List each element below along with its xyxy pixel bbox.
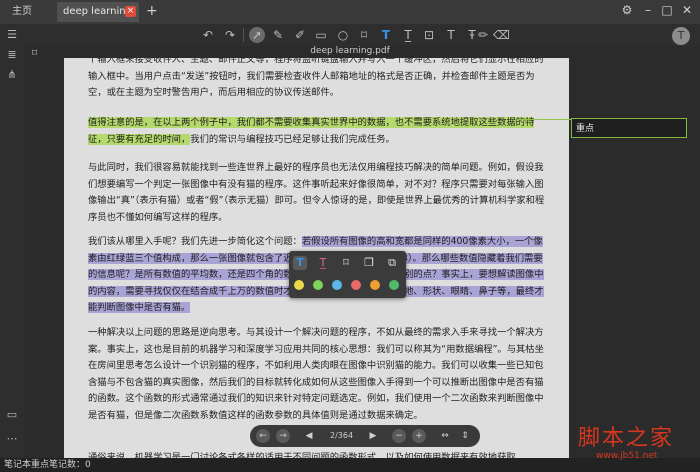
watermark: 脚本之家 www.jb51.net [566,420,698,464]
copy-alt-icon[interactable]: ⧉ [385,256,399,270]
annotation-toolbar: ↶ ↷ ➚ ✎ ✐ ▭ ○ ⌑ T T̲ ⊡ T Ŧ ✏ ⌫ [0,24,700,46]
notebook-icon[interactable]: ▭ [4,408,20,422]
fit-width-icon[interactable]: ⇔ [438,429,452,443]
outline-icon[interactable]: ☰ [4,28,20,42]
highlight-popup: T T̲ ⌑ ❐ ⧉ [289,251,406,298]
paragraph: 通俗来说，机器学习是一门讨论各式各样的适用于不同问题的函数形式，以及如何使用数据… [88,452,516,458]
paragraph-text: 我们该从哪里入手呢？我们先进一步简化这个问题： [88,236,302,247]
undo-icon[interactable]: ↶ [200,27,216,43]
page-navigation: ← → ◀ 2/364 ▶ − + ⇔ ⇕ [250,425,480,447]
page-number[interactable]: 2/364 [330,428,353,444]
watermark-url: www.jb51.net [596,451,658,461]
fit-page-icon[interactable]: ⇕ [458,429,472,443]
note-connector [519,119,571,120]
color-yellow[interactable] [294,280,304,290]
zoom-in-icon[interactable]: + [412,429,426,443]
paragraph: 值得注意的是，在以上两个例子中，我们都不需要收集真实世界中的数据，也不需要系统地… [88,115,548,148]
layers-icon[interactable]: ⋔ [4,68,20,82]
paragraph-text: 我们的常识与编程技巧已经足够让我们完成任务。 [190,133,395,145]
pencil-icon[interactable]: ✏ [475,27,491,43]
copy-icon[interactable]: ❐ [362,256,376,270]
underline-icon[interactable]: T̲ [400,27,416,43]
paragraph: 与此同时，我们很容易就能找到一些连世界上最好的程序员也无法仅用编程技巧解决的简单… [88,162,545,223]
tab-document[interactable]: deep learning × [57,2,139,22]
paragraph: 个输入框来接受收件人、主题、邮件正文等，程序将监听键盘输入并写入一个缓冲区，然后… [88,58,544,98]
minimize-icon[interactable]: – [641,3,655,17]
list-icon[interactable]: ≣ [4,48,20,62]
highlight-text-icon[interactable]: T [293,256,307,270]
eraser-icon[interactable]: ⌫ [493,27,510,43]
maximize-icon[interactable]: □ [660,3,674,17]
left-rail: ☰ ≣ ⋔ ▭ ⋯ [0,24,24,458]
textbox-icon[interactable]: ⊡ [421,27,437,43]
watermark-title: 脚本之家 [578,426,675,451]
circle-icon[interactable]: ○ [335,27,351,43]
marker-icon[interactable]: ✐ [292,27,308,43]
text-highlight-icon[interactable]: T [378,27,394,43]
add-tab-icon[interactable]: + [146,3,158,19]
color-red[interactable] [351,280,361,290]
tab-home[interactable]: 主页 [12,2,52,22]
underline-text-icon[interactable]: T̲ [316,256,330,270]
pen-icon[interactable]: ✎ [270,27,286,43]
insert-text-icon[interactable]: T [443,27,459,43]
color-orange[interactable] [370,280,380,290]
bookmark-icon[interactable]: ⌑ [339,256,353,270]
note-box[interactable]: 重点 [571,118,687,138]
redo-icon[interactable]: ↷ [222,27,238,43]
bookmark-icon[interactable]: ⌑ [32,48,37,59]
bookmark-icon[interactable]: ⌑ [356,27,372,43]
back-icon[interactable]: ← [256,429,270,443]
prev-page-icon[interactable]: ◀ [302,429,316,443]
tab-document-label: deep learning [63,6,132,17]
close-icon[interactable]: × [125,6,136,17]
color-blue[interactable] [332,280,342,290]
rectangle-icon[interactable]: ▭ [313,27,329,43]
zoom-out-icon[interactable]: − [392,429,406,443]
color-dark-green[interactable] [389,280,399,290]
settings-icon[interactable]: ⚙ [620,3,634,17]
paragraph: 一种解决以上问题的思路是逆向思考。与其设计一个解决问题的程序，不如从最终的需求入… [88,327,544,421]
window-close-icon[interactable]: ✕ [680,3,694,17]
forward-icon[interactable]: → [276,429,290,443]
toolbar-divider [243,28,244,42]
more-icon[interactable]: ⋯ [4,432,20,446]
tab-bar: 主页 deep learning × + ⚙ – □ ✕ [0,0,700,24]
select-icon[interactable]: ➚ [249,27,265,43]
color-green[interactable] [313,280,323,290]
next-page-icon[interactable]: ▶ [366,429,380,443]
avatar[interactable]: T [672,27,690,45]
